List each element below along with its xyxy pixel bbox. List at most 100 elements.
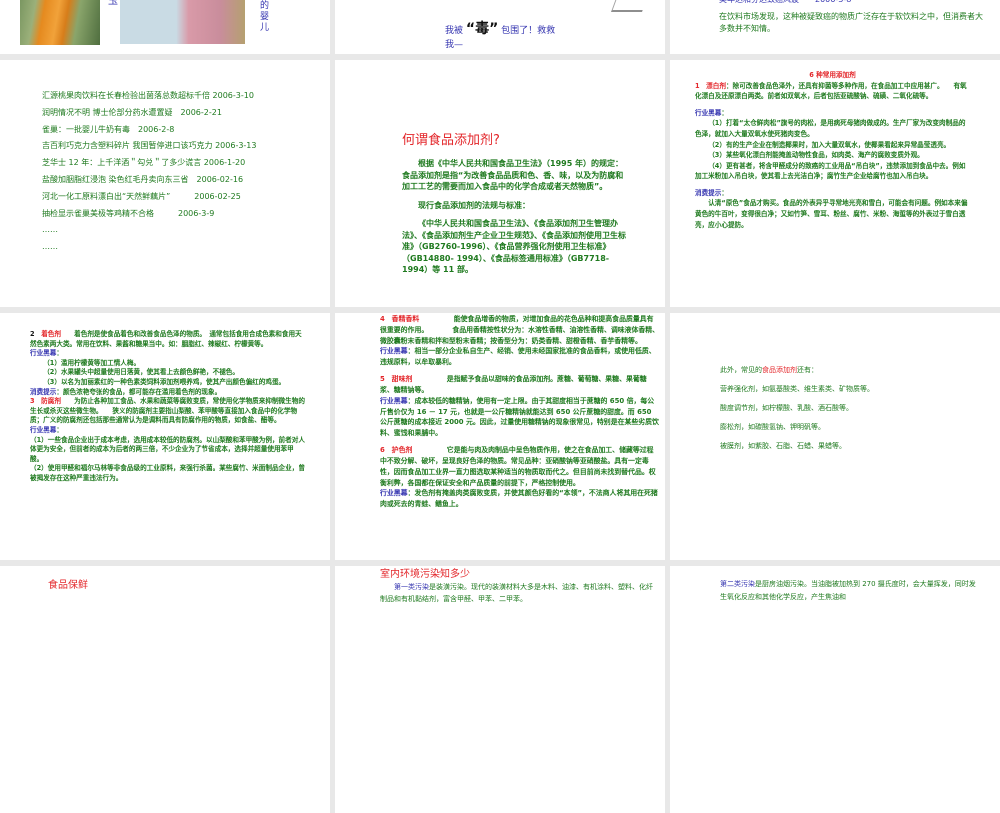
- text-segment: 吉百利巧克力含塑料碎片 我国暂停进口该巧克力 2006-3-13: [42, 141, 257, 151]
- section-label: 消费提示: [695, 188, 722, 197]
- slide-paragraph: 3 防腐剂 为防止各种加工食品、水果和蔬菜等腐败变质，常使用化学物质来抑制微生物…: [30, 397, 305, 426]
- text-segment: 《中华人民共和国食品卫生法》、《食品添加剂卫生管理办法》、《食品添加剂生产企业卫…: [402, 219, 626, 275]
- slide-thumbnail-5[interactable]: 何谓食品添加剂? 根据《中华人民共和国食品卫生法》（1995 年）的规定：食品添加…: [335, 60, 665, 307]
- slide-paragraph: 行业黑幕：成本较低的糖精钠，使用有一定上限。由于其甜度相当于蔗糖的 650 倍，…: [380, 396, 660, 439]
- slide-body: 6 种常用添加剂 1 漂白剂：除可改善食品色泽外，还具有抑菌等多种作用，在食品加工…: [695, 70, 970, 230]
- text-segment: 能使食品增香的物质，对增加食品的花色品种和提高食品质量具有很重要的作用。 食品用…: [380, 315, 660, 345]
- slide-heading: 4 香精香料 能使食品增香的物质，对增加食品的花色品种和提高食品质量具有很重要的…: [380, 314, 660, 346]
- text-segment: ：成本较低的糖精钠，使用有一定上限。由于其甜度相当于蔗糖的 650 倍，每公斤售…: [380, 396, 659, 438]
- slide-thumbnail-9[interactable]: 此外，常见的食品添加剂还有： 营养强化剂，如氨基酸类、维生素类、矿物质等。 酸度调节…: [670, 313, 1000, 560]
- slide-body: 汇源桃果肉饮料在长春检验出菌落总数超标千倍 2006-3-10 润明情况不明 博士…: [42, 88, 322, 256]
- slide-paragraph: 行业黑幕：: [30, 349, 305, 359]
- text-segment: （1）打着“太仓鲜肉松”旗号的肉松，是用病死母猪肉做成的。生产厂家为改变肉制品的…: [695, 119, 966, 138]
- slide-heading: 汇源桃果肉饮料在长春检验出菌落总数超标千倍 2006-3-10: [42, 88, 322, 105]
- slide-thumbnail-6[interactable]: 6 种常用添加剂 1 漂白剂：除可改善食品色泽外，还具有抑菌等多种作用，在食品加工…: [670, 60, 1000, 307]
- section-label: 行业黑幕: [30, 349, 57, 358]
- slide-thumbnail-8[interactable]: 4 香精香料 能使食品增香的物质，对增加食品的花色品种和提高食品质量具有很重要的…: [335, 313, 665, 560]
- section-label: 行业黑幕: [30, 425, 57, 434]
- text-segment: 营养强化剂，如氨基酸类、维生素类、矿物质等。: [720, 385, 874, 393]
- text-segment: ：: [56, 425, 63, 434]
- text-segment: ……: [42, 242, 58, 252]
- slide-paragraph: 1 漂白剂：除可改善食品色泽外，还具有抑菌等多种作用，在食品加工中应用甚广。 有…: [695, 81, 970, 102]
- text-segment: （2）有的生产企业在制造椰果时，加入大量双氧水，使椰果看起来异常晶莹透亮。: [708, 140, 951, 149]
- highlight-label: 食品保鲜: [48, 580, 88, 591]
- sketch-figure-image: [610, 0, 651, 12]
- caption-text: 玉: [108, 0, 118, 7]
- slide-paragraph: 被膜剂，如紫胶、石脂、石蜡、果蜡等。: [720, 437, 950, 456]
- text-segment: 芝华士 12 年：上千洋酒＂勾兑＂了多少谎言 2006-1-20: [42, 158, 246, 168]
- slide-thumbnail-10[interactable]: 食品保鲜: [0, 566, 330, 813]
- section-label: 行业黑幕: [695, 108, 722, 117]
- slide-paragraph: [402, 211, 628, 218]
- text-segment: 是厨房油烟污染。当油脂被加热到 270 摄氏度时，会大量挥发，同时发生氧化反应和…: [720, 580, 976, 601]
- text-segment: ：除可改善食品色泽外，还具有抑菌等多种作用，在食品加工中应用甚广。 有氧化漂白及…: [695, 81, 967, 101]
- slide-body: 第二类污染是厨房油烟污染。当油脂被加热到 270 摄氏度时，会大量挥发，同时发生…: [720, 578, 980, 604]
- slide-paragraph: 盐酸加胭脂红浸泡 染色红毛丹卖向东三省 2006-02-16: [42, 172, 322, 189]
- text-segment: 河北一化工原料漂白出“天然鲜藕片” 2006-02-25: [42, 191, 241, 201]
- text-segment: ：: [56, 349, 63, 358]
- slide-paragraph: 根据《中华人民共和国食品卫生法》（1995 年）的规定：食品添加剂是指“为改善食…: [402, 158, 628, 193]
- slide-paragraph: 行业黑幕：: [695, 108, 970, 119]
- slide-heading: 美年达和芬达致癌风波 2006-3-8: [719, 0, 989, 6]
- text-segment: （4）更有甚者，将含甲醛成分的致癌的工业用品“吊白块”，违禁添加到食品中去。例如…: [695, 161, 966, 181]
- slide-paragraph: 第一类污染是装潢污染。现代的装潢材料大多是木料、油漆、有机涂料、塑料、化纤制品和…: [380, 581, 655, 605]
- slide-paragraph: 雀巢：一批婴儿牛奶有毒 2006-2-8: [42, 122, 322, 139]
- highlight-label: 食品添加剂: [762, 366, 797, 374]
- text-segment: 在饮料市场发现，这种被疑致癌的物质广泛存在于软饮料之中，但消费者大多数并不知情。: [719, 12, 983, 33]
- slide-paragraph: （4）更有甚者，将含甲醛成分的致癌的工业用品“吊白块”，违禁添加到食品中去。例如…: [695, 161, 970, 182]
- slide-paragraph: 润明情况不明 博士伦部分药水遭置疑 2006-2-21: [42, 105, 322, 122]
- slide-thumbnail-7[interactable]: 2 着色剂 着色剂是使食品着色和改善食品色泽的物质。 通常包括食用合成色素和食用…: [0, 313, 330, 560]
- slide-paragraph: （3）以名为加丽素红的一种色素类饲料添加剂喂养鸡，使其产出颜色偏红的鸡蛋。: [30, 378, 305, 388]
- highlight-label: 1 漂白剂: [695, 81, 726, 90]
- slide-paragraph: 行业黑幕：相当一部分企业私自生产、经销、使用未经国家批准的食品香料，或使用低质、…: [380, 346, 660, 368]
- corn-image: [20, 0, 100, 45]
- section-label: 消费提示: [30, 387, 57, 396]
- slide-thumbnail-2[interactable]: 我被 “毒” 包围了！救救 我—: [335, 0, 665, 54]
- text-segment: 现行食品添加剂的法规与标准：: [418, 200, 530, 210]
- slide-heading: 第二类污染是厨房油烟污染。当油脂被加热到 270 摄氏度时，会大量挥发，同时发生…: [720, 578, 980, 604]
- highlight-label: 室内环境污染知多少: [380, 569, 470, 580]
- text-segment: ：颜色浓艳夸张的食品，都可能存在滥用着色剂的现象。: [56, 387, 222, 396]
- slide-heading: 何谓食品添加剂?: [402, 132, 628, 150]
- slide-body: 4 香精香料 能使食品增香的物质，对增加食品的花色品种和提高食品质量具有很重要的…: [380, 314, 660, 510]
- text-segment: ：: [721, 108, 728, 117]
- section-label: 行业黑幕: [380, 489, 408, 498]
- slide-paragraph: 吉百利巧克力含塑料碎片 我国暂停进口该巧克力 2006-3-13: [42, 138, 322, 155]
- text-segment: 润明情况不明 博士伦部分药水遭置疑 2006-2-21: [42, 107, 222, 117]
- slide-heading: 食品保鲜: [48, 579, 298, 593]
- slide-thumbnail-1[interactable]: 玉 养的婴儿: [0, 0, 330, 54]
- slide-paragraph: （2）使用甲醛和福尔马林等非食品级的工业原料，来强行杀菌。某些腐竹、米面制品企业…: [30, 464, 305, 483]
- text-segment: 盐酸加胭脂红浸泡 染色红毛丹卖向东三省 2006-02-16: [42, 174, 244, 184]
- slide-body: 室内环境污染知多少 第一类污染是装潢污染。现代的装潢材料大多是木料、油漆、有机涂料…: [380, 568, 655, 605]
- text-segment: 是指赋予食品以甜味的食品添加剂。蔗糖、葡萄糖、果糖、果葡糖浆、糖精钠等。: [380, 375, 647, 394]
- section-label: 第一类污染: [394, 583, 429, 591]
- slide-thumbnail-12[interactable]: 第二类污染是厨房油烟污染。当油脂被加热到 270 摄氏度时，会大量挥发，同时发生…: [670, 566, 1000, 813]
- slide-paragraph: 在饮料市场发现，这种被疑致癌的物质广泛存在于软饮料之中，但消费者大多数并不知情。: [719, 11, 989, 35]
- text-segment: 酸度调节剂，如柠檬酸、乳酸、酒石酸等。: [720, 404, 853, 412]
- highlight-label: 4 香精香料: [380, 315, 420, 323]
- slide-paragraph: 消费提示：: [695, 188, 970, 199]
- text-segment: （3）某些氧化漂白剂能掩盖动物性食品，如肉类、海产的腐败变质外观。: [708, 151, 924, 160]
- text-segment: 雀巢：一批婴儿牛奶有毒 2006-2-8: [42, 124, 175, 134]
- text-segment: ：发色剂有掩盖肉类腐败变质，并使其颜色好看的“本领”，不法商人将其用在死猪肉或死…: [380, 489, 658, 509]
- slide-body: 食品保鲜: [48, 579, 298, 593]
- highlight-label: 着色剂: [41, 330, 61, 338]
- slide-thumbnail-4[interactable]: 汇源桃果肉饮料在长春检验出菌落总数超标千倍 2006-3-10 润明情况不明 博士…: [0, 60, 330, 307]
- slide-paragraph: 河北一化工原料漂白出“天然鲜藕片” 2006-02-25: [42, 189, 322, 206]
- slide-thumbnail-11[interactable]: 室内环境污染知多少 第一类污染是装潢污染。现代的装潢材料大多是木料、油漆、有机涂料…: [335, 566, 665, 813]
- slide-thumbnail-3[interactable]: 美年达和芬达致癌风波 2006-3-8 在饮料市场发现，这种被疑致癌的物质广泛存在…: [670, 0, 1000, 54]
- text-segment: 认清“原色”食品才购买。食品的外表异乎寻常地光亮和雪白，可能会有问题。例如本来偏…: [695, 199, 968, 229]
- slide-heading: 2 着色剂 着色剂是使食品着色和改善食品色泽的物质。 通常包括食用合成色素和食用…: [30, 330, 305, 349]
- text-segment: 着色剂是使食品着色和改善食品色泽的物质。 通常包括食用合成色素和食用天然色素两大…: [30, 330, 302, 348]
- slide-paragraph: 消费提示：颜色浓艳夸张的食品，都可能存在滥用着色剂的现象。: [30, 388, 305, 398]
- text-segment: 根据《中华人民共和国食品卫生法》（1995 年）的规定：食品添加剂是指“为改善食…: [402, 159, 624, 191]
- text-segment: 抽检显示雀巢美极等鸡精不合格 2006-3-9: [42, 208, 215, 218]
- slide-paragraph: 行业黑幕：: [30, 426, 305, 436]
- text-segment: 汇源桃果肉饮料在长春检验出菌落总数超标千倍 2006-3-10: [42, 91, 254, 100]
- slide-paragraph: 认清“原色”食品才购买。食品的外表异乎寻常地光亮和雪白，可能会有问题。例如本来偏…: [695, 198, 970, 230]
- slide-paragraph: 膨松剂，如碳酸氢钠、钾明矾等。: [720, 418, 950, 437]
- text-segment: 膨松剂，如碳酸氢钠、钾明矾等。: [720, 423, 825, 431]
- text-segment: （1）一些食品企业出于成本考虑，选用成本较低的防腐剂。以山梨酸和苯甲酸为例，前者…: [30, 435, 305, 463]
- text-segment: 2: [30, 330, 42, 338]
- slide-body: 美年达和芬达致癌风波 2006-3-8 在饮料市场发现，这种被疑致癌的物质广泛存在…: [719, 0, 989, 35]
